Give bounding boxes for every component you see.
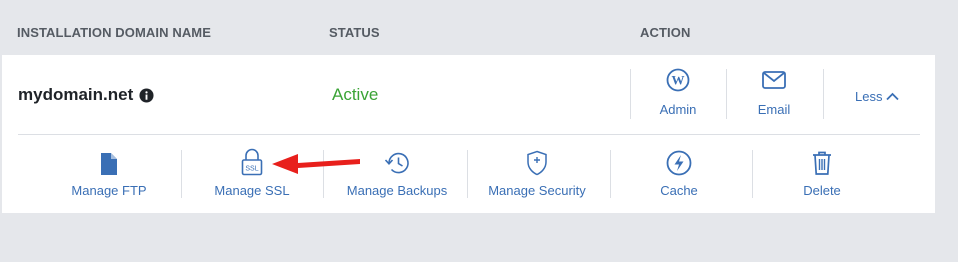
divider (823, 69, 824, 119)
trash-icon (813, 151, 831, 175)
wordpress-icon: W (666, 68, 690, 92)
manage-backups-label: Manage Backups (346, 183, 448, 198)
delete-button[interactable]: Delete (757, 148, 887, 198)
divider (610, 150, 611, 198)
status-badge: Active (332, 85, 379, 104)
domain-cell: mydomain.net (18, 85, 154, 105)
manage-ftp-label: Manage FTP (71, 183, 147, 198)
file-icon (101, 153, 117, 175)
email-button[interactable]: Email (726, 67, 822, 123)
ssl-badge: SSL (245, 166, 258, 173)
divider (467, 150, 468, 198)
installation-card: mydomain.net Active W Admin Email Less M… (2, 55, 935, 213)
delete-label: Delete (803, 183, 841, 198)
manage-security-label: Manage Security (488, 183, 586, 198)
divider (181, 150, 182, 198)
svg-text:W: W (672, 73, 685, 88)
manage-ssl-label: Manage SSL (214, 183, 290, 198)
lightning-circle-icon (666, 150, 692, 176)
less-toggle[interactable]: Less (855, 89, 900, 104)
manage-ftp-button[interactable]: Manage FTP (42, 148, 176, 198)
cache-button[interactable]: Cache (614, 148, 744, 198)
admin-label: Admin (659, 102, 697, 117)
domain-name: mydomain.net (18, 85, 134, 104)
header-action: ACTION (640, 25, 691, 40)
history-clock-icon (384, 152, 409, 174)
cache-label: Cache (660, 183, 698, 198)
info-icon[interactable] (139, 87, 154, 103)
shield-plus-icon (527, 150, 547, 176)
less-label: Less (855, 89, 883, 104)
ssl-lock-icon: SSL (241, 148, 263, 176)
admin-button[interactable]: W Admin (630, 67, 726, 123)
manage-security-button[interactable]: Manage Security (472, 148, 602, 198)
row-divider (18, 134, 920, 135)
header-domain-name: INSTALLATION DOMAIN NAME (17, 25, 212, 40)
annotation-arrow (272, 154, 360, 174)
email-label: Email (757, 102, 791, 117)
chevron-up-icon (886, 92, 900, 101)
envelope-icon (762, 71, 786, 89)
divider (752, 150, 753, 198)
header-status: STATUS (329, 25, 380, 40)
